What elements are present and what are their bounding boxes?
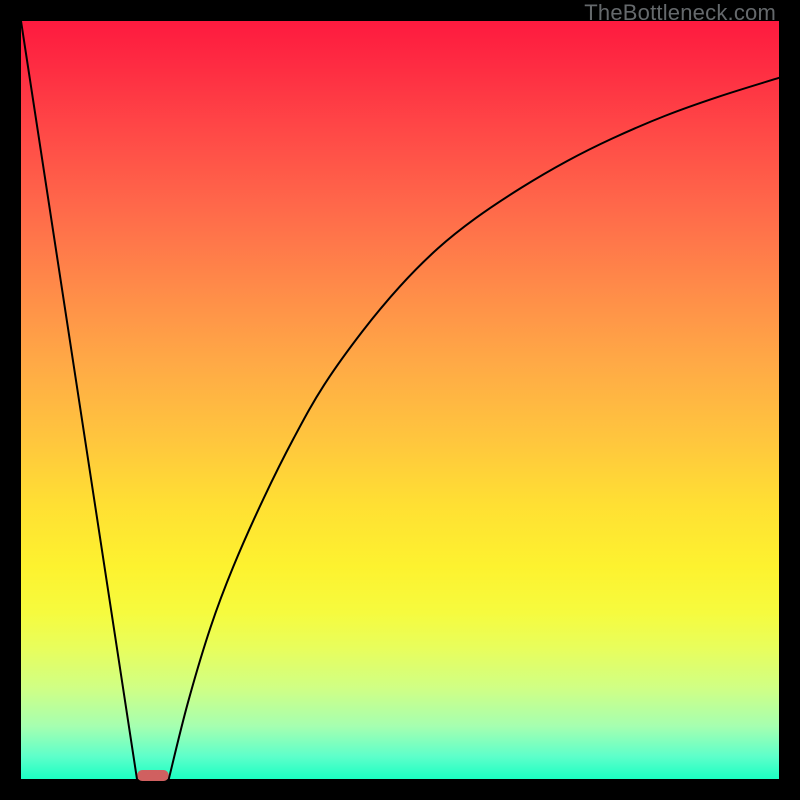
- watermark-text: TheBottleneck.com: [584, 0, 776, 26]
- series-left-segment: [21, 21, 137, 779]
- chart-frame: TheBottleneck.com: [0, 0, 800, 800]
- series-right-curve: [169, 78, 779, 779]
- min-marker: [137, 770, 169, 781]
- curve-layer: [21, 21, 779, 779]
- plot-area: [21, 21, 779, 779]
